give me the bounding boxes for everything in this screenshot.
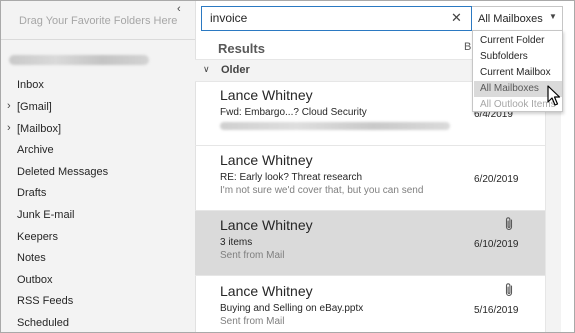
message-item[interactable]: Lance Whitney Buying and Selling on eBay…	[195, 277, 545, 332]
message-preview-blurred	[220, 122, 450, 130]
message-item[interactable]: Lance Whitney RE: Early look? Threat res…	[195, 146, 545, 211]
paperclip-icon	[505, 217, 513, 231]
search-input[interactable]	[210, 10, 440, 26]
expand-caret-icon[interactable]: ›	[7, 100, 11, 112]
scope-option-current-mailbox[interactable]: Current Mailbox	[474, 65, 562, 81]
folder-archive[interactable]: Archive	[17, 144, 54, 156]
message-subject: Fwd: Embargo...? Cloud Security	[220, 107, 367, 118]
favorites-divider	[1, 39, 195, 40]
close-icon[interactable]: ✕	[451, 10, 462, 26]
folder-scheduled[interactable]: Scheduled	[17, 317, 69, 329]
message-date: 5/16/2019	[474, 305, 519, 316]
chevron-down-icon[interactable]: ∨	[203, 64, 210, 75]
caret-down-icon: ▼	[549, 12, 557, 21]
message-subject: RE: Early look? Threat research	[220, 172, 363, 183]
message-subject: Buying and Selling on eBay.pptx	[220, 303, 364, 314]
folder-mailbox[interactable]: [Mailbox]	[17, 123, 61, 135]
scope-option-subfolders[interactable]: Subfolders	[474, 49, 562, 65]
folder-notes[interactable]: Notes	[17, 252, 46, 264]
folder-outbox[interactable]: Outbox	[17, 274, 52, 286]
search-scope-value: All Mailboxes	[478, 13, 543, 25]
message-sender: Lance Whitney	[220, 87, 313, 103]
message-preview: Sent from Mail	[220, 316, 285, 327]
message-date: 6/20/2019	[474, 174, 519, 185]
message-preview: I'm not sure we'd cover that, but you ca…	[220, 185, 424, 196]
scope-option-current-folder[interactable]: Current Folder	[474, 33, 562, 49]
message-sender: Lance Whitney	[220, 283, 313, 299]
account-email[interactable]	[9, 55, 149, 67]
folder-deleted-messages[interactable]: Deleted Messages	[17, 166, 108, 178]
folder-inbox[interactable]: Inbox	[17, 79, 44, 91]
message-date: 6/10/2019	[474, 239, 519, 250]
folder-gmail[interactable]: [Gmail]	[17, 101, 52, 113]
folder-drafts[interactable]: Drafts	[17, 187, 46, 199]
search-scope-dropdown[interactable]: All Mailboxes ▼	[472, 6, 563, 31]
mouse-pointer-icon	[547, 85, 561, 106]
paperclip-icon	[505, 283, 513, 297]
group-label: Older	[221, 64, 250, 76]
message-preview: Sent from Mail	[220, 250, 285, 261]
outlook-window: Drag Your Favorite Folders Here ‹ Inbox …	[0, 0, 575, 333]
message-item-selected[interactable]: Lance Whitney 3 items Sent from Mail 6/1…	[195, 211, 545, 276]
expand-caret-icon[interactable]: ›	[7, 122, 11, 134]
sort-by-label[interactable]: B	[464, 41, 471, 53]
folder-rss-feeds[interactable]: RSS Feeds	[17, 295, 73, 307]
message-subject: 3 items	[220, 237, 253, 248]
favorites-drop-zone: Drag Your Favorite Folders Here	[19, 15, 178, 27]
message-sender: Lance Whitney	[220, 217, 313, 233]
folder-junk-email[interactable]: Junk E-mail	[17, 209, 74, 221]
search-box[interactable]: ✕	[201, 6, 472, 31]
message-sender: Lance Whitney	[220, 152, 313, 168]
results-title: Results	[218, 41, 265, 56]
chevron-left-icon[interactable]: ‹	[177, 3, 181, 15]
folder-pane: Drag Your Favorite Folders Here ‹ Inbox …	[1, 1, 196, 332]
folder-keepers[interactable]: Keepers	[17, 231, 58, 243]
